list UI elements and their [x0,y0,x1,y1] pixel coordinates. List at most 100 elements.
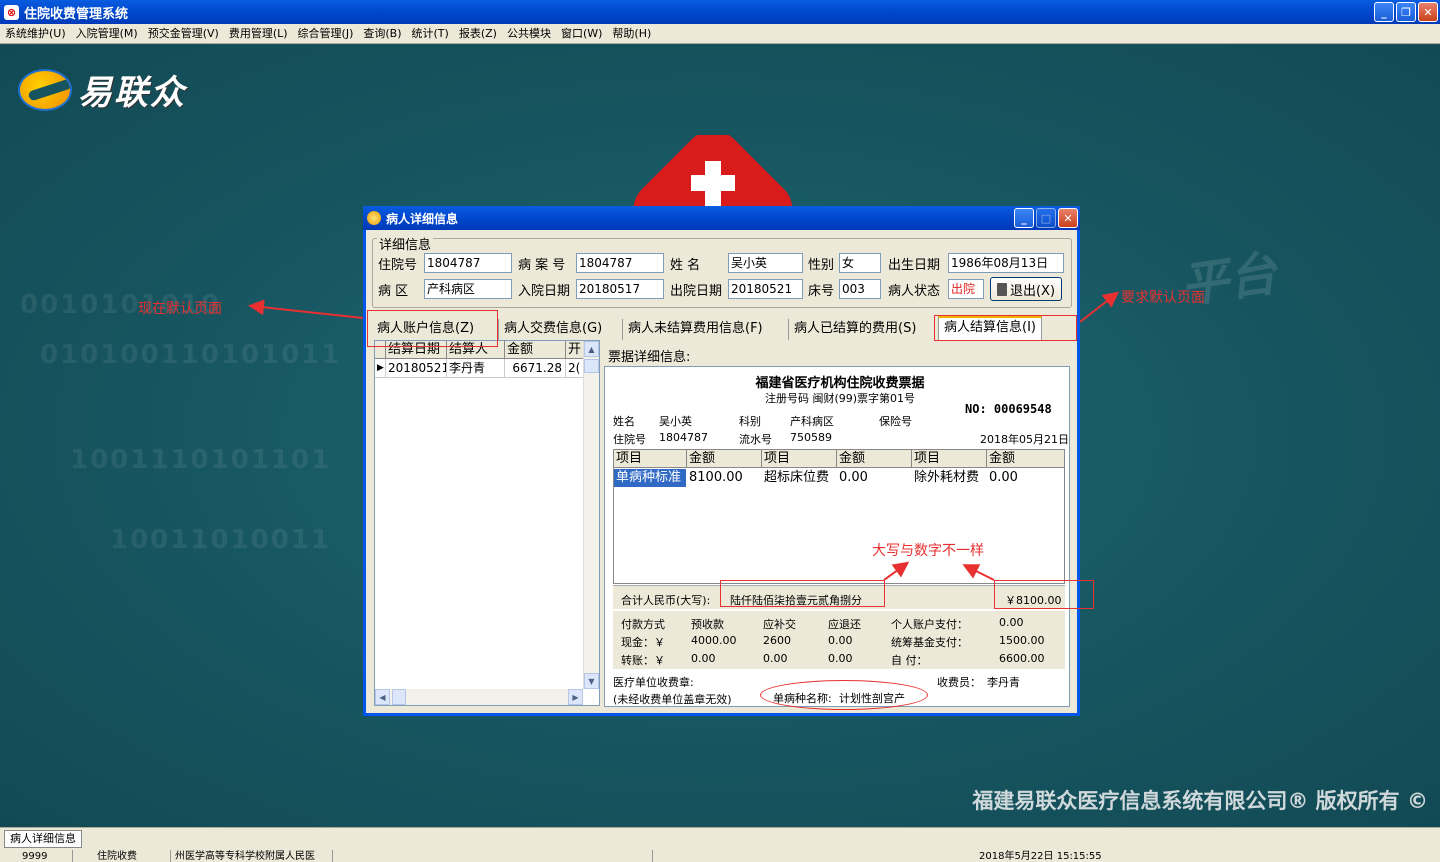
pay-pool-label: 统筹基金支付： [891,636,968,649]
grid-vertical-scrollbar[interactable]: ▲ ▼ [583,341,599,689]
label-ward: 病 区 [378,284,409,299]
receipt-serial-no: 750589 [790,431,832,444]
stamp-label: 医疗单位收费章: [613,676,694,689]
label-discharge-date: 出院日期 [670,284,723,299]
col-item-2: 项目 [762,450,837,468]
menubar: 系统维护(U) 入院管理(M) 预交金管理(V) 费用管理(L) 综合管理(J)… [0,24,1440,44]
discharge-date-field[interactable]: 20180521 [728,279,803,299]
annotation-oval-disease [760,680,928,710]
exit-door-icon [996,282,1007,296]
label-admit-date: 入院日期 [518,284,571,299]
pay-self-value: 6600.00 [999,652,1045,665]
app-title: 住院收费管理系统 [24,6,129,22]
grid-col-extra[interactable]: 开 [566,341,584,358]
label-admission-no: 住院号 [378,258,418,273]
scroll-down-icon[interactable]: ▼ [584,673,599,689]
bed-field[interactable]: 003 [839,279,881,299]
restore-button[interactable]: ❐ [1396,2,1416,22]
admission-no-field[interactable]: 1804787 [424,253,512,273]
status-datetime: 2018年5月22日 15:15:55 [652,850,1440,862]
receipt-cell-amount: 0.00 [839,470,868,485]
pay-personal-value: 0.00 [999,616,1024,629]
receipt-items-table: 项目 金额 项目 金额 项目 金额 单病种标准 8100.00 超标床位费 0.… [613,449,1065,584]
dialog-title: 病人详细信息 [386,211,459,226]
pay-prepaid-label: 预收款 [691,618,724,631]
pay-pool-value: 1500.00 [999,634,1045,647]
hscroll-thumb[interactable] [392,689,406,705]
admit-date-field[interactable]: 20180517 [576,279,664,299]
annotation-required-default: 要求默认页面 [1121,290,1205,306]
menu-admission[interactable]: 入院管理(M) [71,24,143,44]
pay-cash-supplement: 2600 [763,634,791,647]
bg-binary-pattern: 1001110101101 [70,445,332,475]
gender-field[interactable]: 女 [839,253,881,273]
dialog-minimize-button[interactable]: _ [1014,208,1034,228]
settlement-grid: 结算日期 结算人 金额 开 ▶ 20180521 李丹青 6671.28 2( … [374,340,600,706]
label-patient-status: 病人状态 [888,284,941,299]
menu-general[interactable]: 综合管理(J) [293,24,359,44]
receipt-insurance-label: 保险号 [879,415,912,428]
stamp-note: (未经收费单位盖章无效) [613,693,732,706]
menu-common[interactable]: 公共模块 [502,24,556,44]
label-case-no: 病 案 号 [518,258,566,273]
receipt-admission-no: 1804787 [659,431,708,444]
receipt-cell-amount: 0.00 [989,470,1018,485]
ward-field[interactable]: 产科病区 [424,279,512,299]
pay-transfer-supplement: 0.00 [763,652,788,665]
menu-system[interactable]: 系统维护(U) [0,24,71,44]
tab-unsettled-fees[interactable]: 病人未结算费用信息(F) [622,319,768,340]
status-hospital: 州医学高等专科学校附属人民医 [170,850,332,862]
menu-query[interactable]: 查询(B) [358,24,406,44]
tab-settled-fees[interactable]: 病人已结算的费用(S) [788,319,921,340]
pay-cash-label: 现金：￥ [621,636,665,649]
app-titlebar: ⊗ 住院收费管理系统 _ ❐ ✕ [0,0,1440,24]
total-words-label: 合计人民币(大写): [621,594,711,607]
menu-stats[interactable]: 统计(T) [407,24,454,44]
menu-window[interactable]: 窗口(W) [556,24,607,44]
case-no-field[interactable]: 1804787 [576,253,664,273]
status-module: 住院收费 [72,850,170,862]
menu-deposit[interactable]: 预交金管理(V) [143,24,224,44]
receipt-payment-block: 付款方式 预收款 应补交 应退还 个人账户支付： 0.00 现金：￥ 4000.… [613,611,1065,669]
table-row[interactable]: ▶ 20180521 李丹青 6671.28 2( [375,359,584,378]
app-icon: ⊗ [4,4,19,20]
label-bed: 床号 [808,284,835,299]
label-birth-date: 出生日期 [888,258,941,273]
grid-horizontal-scrollbar[interactable]: ◀ ▶ [375,689,583,705]
menu-reports[interactable]: 报表(Z) [454,24,502,44]
scroll-thumb[interactable] [584,359,599,373]
receipt-cell-item[interactable]: 单病种标准 [614,469,686,487]
receipt-name-label: 姓名 [613,415,635,428]
scroll-up-icon[interactable]: ▲ [584,341,599,357]
receipt-dept-label: 科别 [739,415,761,428]
cashier-label: 收费员： [937,676,981,689]
receipt-date: 2018年05月21日 [980,433,1069,446]
scroll-right-icon[interactable]: ▶ [568,689,583,705]
minimize-button[interactable]: _ [1374,2,1394,22]
receipt-section-label: 票据详细信息: [608,350,691,365]
dialog-maximize-button: □ [1036,208,1056,228]
name-field[interactable]: 吴小英 [728,253,803,273]
exit-button[interactable]: 退出(X) [990,277,1062,301]
col-amount-2: 金额 [837,450,912,468]
detail-group-title: 详细信息 [377,234,434,253]
pay-transfer-refund: 0.00 [828,652,853,665]
grid-cell-extra: 2( [566,359,584,378]
menu-help[interactable]: 帮助(H) [607,24,656,44]
close-button[interactable]: ✕ [1418,2,1438,22]
birth-date-field[interactable]: 1986年08月13日 [948,253,1064,273]
label-name: 姓 名 [670,258,701,273]
scroll-left-icon[interactable]: ◀ [375,689,390,705]
dialog-close-button[interactable]: ✕ [1058,208,1078,228]
menu-fees[interactable]: 费用管理(L) [224,24,293,44]
mdi-window-tab[interactable]: 病人详细信息 [4,830,82,848]
grid-cell-amount: 6671.28 [505,359,566,378]
col-amount-1: 金额 [687,450,762,468]
receipt-name: 吴小英 [659,415,692,428]
red-cross-emblem [628,135,798,210]
patient-status-field[interactable]: 出院 [948,279,984,299]
copyright-text: 福建易联众医疗信息系统有限公司® 版权所有 © [972,789,1428,813]
annotation-box-total-amount [994,580,1094,609]
tab-payment-info[interactable]: 病人交费信息(G) [498,319,607,340]
grid-col-amount[interactable]: 金额 [505,341,566,358]
